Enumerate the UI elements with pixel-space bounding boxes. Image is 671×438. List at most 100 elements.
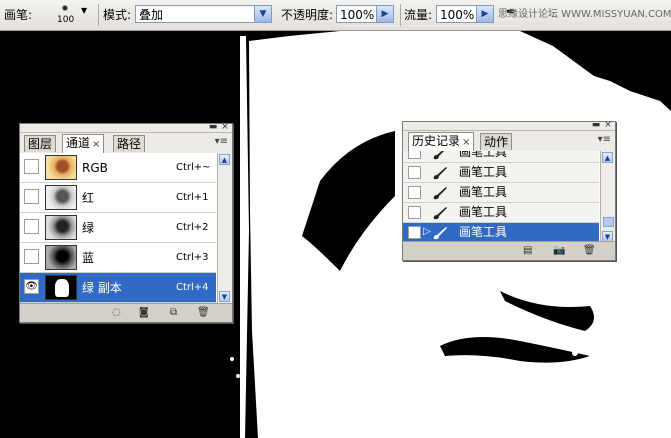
tab-label: 图层 [28,137,53,151]
scroll-thumb[interactable] [603,217,614,227]
channel-name: 蓝 [82,251,95,265]
chevron-down-icon: ▼ [81,6,88,15]
tab-label: 动作 [484,135,509,149]
flow-input[interactable]: 100% ▶ [436,5,494,23]
channel-row-green-copy[interactable]: 👁 绿 副本 Ctrl+4 [20,273,216,303]
chevron-down-icon[interactable]: ▼ [254,6,271,22]
visibility-toggle[interactable] [24,159,39,174]
panel-footer: ▤ 📷 🗑 [403,241,615,260]
scroll-up-icon[interactable]: ▲ [602,152,613,163]
history-scrollbar[interactable]: ▲ ▼ [600,151,615,243]
flow-value: 100% [440,8,475,22]
flow-label: 流量: [404,8,433,22]
tab-paths[interactable]: 路径 [113,135,146,152]
history-state-name: 画笔工具 [459,185,508,199]
channel-row-green[interactable]: 绿 Ctrl+2 [20,213,216,243]
panel-footer: ◌ ◙ ⧉ 🗑 [20,303,232,322]
channel-thumbnail [45,185,77,210]
channel-thumbnail [45,155,77,180]
watermark-text: 思缘设计论坛 WWW.MISSYUAN.COM [498,9,671,20]
visibility-toggle[interactable] [24,219,39,234]
close-icon[interactable]: × [462,137,470,148]
slider-arrow-icon[interactable]: ▶ [376,6,393,22]
channel-shortcut: Ctrl+~ [176,162,211,173]
scroll-up-icon[interactable]: ▲ [219,154,230,165]
minimize-icon[interactable]: ▬ [208,122,218,132]
channel-row-red[interactable]: 红 Ctrl+1 [20,183,216,213]
brush-label: 画笔: [4,8,33,22]
mode-label: 模式: [103,8,132,22]
tab-label: 历史记录 [412,134,461,148]
brush-preset-picker[interactable]: 100 ▼ [50,2,92,28]
minimize-icon[interactable]: ▬ [591,120,601,130]
channel-row-blue[interactable]: 蓝 Ctrl+3 [20,243,216,273]
divider [400,4,401,26]
tab-label: 路径 [117,137,142,151]
new-channel-icon[interactable]: ⧉ [170,307,177,318]
brush-icon [433,151,444,160]
slider-arrow-icon[interactable]: ▶ [476,6,493,22]
channel-thumbnail [45,215,77,240]
tab-actions[interactable]: 动作 [480,133,513,150]
brush-icon [433,207,447,220]
camera-icon[interactable]: 📷 [553,245,565,256]
divider [98,4,99,26]
snapshot-source-box[interactable] [408,166,421,179]
opacity-value: 100% [340,8,375,22]
history-state[interactable]: 画笔工具 [403,163,599,183]
trash-icon[interactable]: 🗑 [583,245,596,256]
tool-options-bar: 画笔: 100 ▼ 模式: 叠加 ▼ 不透明度: 100% ▶ 流量: 100%… [0,0,671,31]
tab-channels[interactable]: 通道 × [62,134,105,153]
mode-value: 叠加 [139,8,164,22]
history-state[interactable]: 画笔工具 [403,151,599,163]
close-icon[interactable]: × [603,120,613,130]
brush-dot-icon [62,5,68,11]
history-state-name: 画笔工具 [459,205,508,219]
channel-name: 红 [82,191,95,205]
brush-icon [433,167,447,180]
channel-name: RGB [82,161,108,175]
eye-icon[interactable]: 👁 [24,279,39,294]
save-selection-icon[interactable]: ◙ [139,307,149,318]
trash-icon[interactable]: 🗑 [197,307,210,318]
channel-shortcut: Ctrl+2 [176,222,209,233]
snapshot-source-box[interactable] [408,206,421,219]
channel-thumbnail [45,245,77,270]
visibility-toggle[interactable] [24,189,39,204]
mode-select[interactable]: 叠加 ▼ [135,5,272,23]
scroll-down-icon[interactable]: ▼ [219,291,230,302]
channel-name: 绿 副本 [82,281,122,295]
close-icon[interactable]: × [92,139,100,150]
tab-history[interactable]: 历史记录 × [408,132,475,151]
close-icon[interactable]: × [220,122,230,132]
channel-name: 绿 [82,221,95,235]
channel-thumbnail [45,275,77,300]
channel-scrollbar[interactable]: ▲ ▼ [217,153,232,303]
channel-row-rgb[interactable]: RGB Ctrl+~ [20,153,216,183]
channel-list: RGB Ctrl+~ 红 Ctrl+1 绿 Ctrl+2 蓝 Ctrl+3 👁 [20,153,217,303]
brush-size-value: 100 [57,15,75,25]
opacity-label: 不透明度: [281,8,334,22]
opacity-input[interactable]: 100% ▶ [336,5,394,23]
history-panel: ▬ × 历史记录 × 动作 ▾≡ 画笔工具 画笔工具 画笔工具 画笔工具 ▷ 画… [402,120,616,261]
tab-layers[interactable]: 图层 [24,135,57,152]
new-document-icon[interactable]: ▤ [523,245,532,256]
panel-menu-icon[interactable]: ▾≡ [215,136,228,147]
brush-icon [433,227,447,240]
channel-shortcut: Ctrl+3 [176,252,209,263]
snapshot-source-box[interactable] [408,151,421,159]
load-selection-icon[interactable]: ◌ [112,307,121,318]
history-slider-icon[interactable]: ▷ [423,226,431,237]
history-state[interactable]: 画笔工具 [403,183,599,203]
panel-tabs: 图层 通道 × 路径 ▾≡ [20,133,232,154]
history-state-name: 画笔工具 [459,165,508,179]
panel-titlebar[interactable]: ▬ × [20,122,232,133]
snapshot-source-box[interactable] [408,186,421,199]
panel-titlebar[interactable]: ▬ × [403,120,615,131]
visibility-toggle[interactable] [24,249,39,264]
snapshot-source-box[interactable] [408,226,421,239]
history-state[interactable]: 画笔工具 [403,203,599,223]
tab-label: 通道 [66,136,91,150]
panel-menu-icon[interactable]: ▾≡ [598,134,611,145]
history-state-current[interactable]: ▷ 画笔工具 [403,223,599,243]
